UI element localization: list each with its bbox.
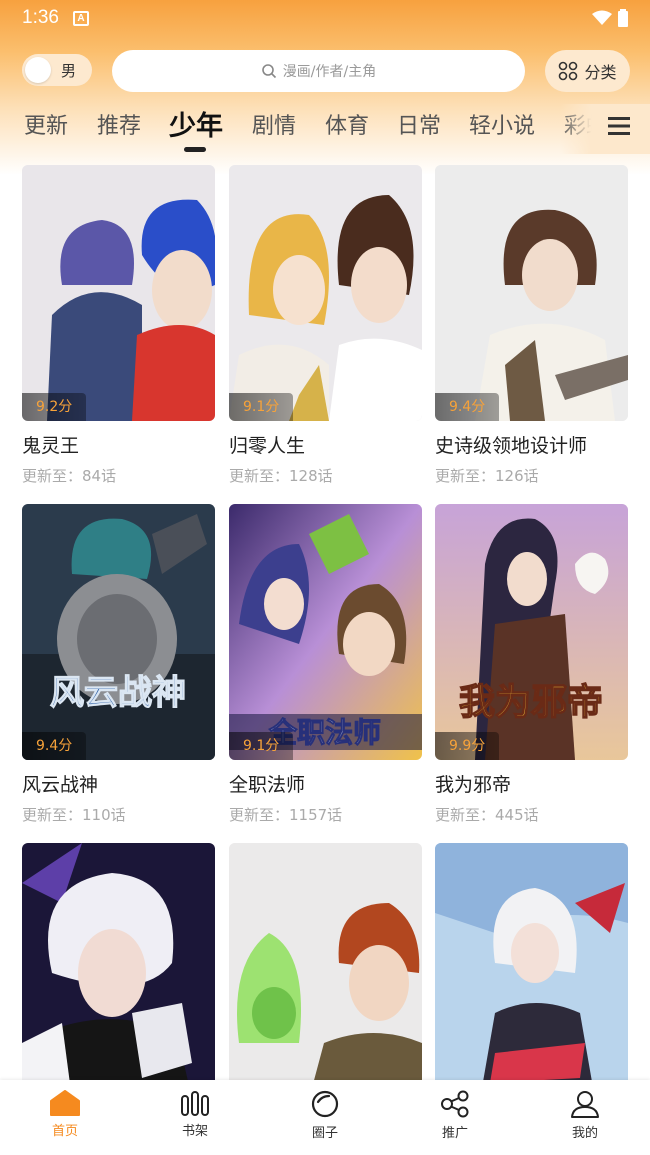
bookshelf-icon <box>181 1091 209 1116</box>
score-badge: 9.1分 <box>229 393 294 421</box>
tab-daily[interactable]: 日常 <box>397 108 441 140</box>
notification-icon: A <box>72 10 89 26</box>
tab-update[interactable]: 更新 <box>24 108 68 140</box>
comic-card[interactable]: 全职法师 9.1分 全职法师 更新至：1157话 <box>229 504 422 825</box>
category-label: 分类 <box>584 63 617 82</box>
comic-card[interactable] <box>22 843 215 1099</box>
status-time: 1:36 <box>22 7 59 28</box>
category-tabs: 更新 推荐 少年 剧情 体育 日常 轻小说 彩虹 <box>0 104 650 154</box>
comic-cover: 全职法师 9.1分 <box>229 504 422 760</box>
score-badge: 9.9分 <box>435 732 500 760</box>
score-badge: 9.4分 <box>22 732 87 760</box>
home-icon <box>50 1090 80 1116</box>
search-input[interactable]: 漫画/作者/主角 <box>112 50 525 92</box>
comic-cover: 9.1分 <box>229 165 422 421</box>
comic-cover: 我为邪帝 9.9分 <box>435 504 628 760</box>
score-badge: 9.4分 <box>435 393 500 421</box>
menu-icon[interactable] <box>608 116 630 136</box>
cover-logo: 风云战神 <box>50 673 186 713</box>
comic-card[interactable]: 9.1分 归零人生 更新至：128话 <box>229 165 422 486</box>
nav-circle[interactable]: 圈子 <box>260 1080 390 1155</box>
tab-sports[interactable]: 体育 <box>325 108 369 140</box>
comic-card[interactable]: 9.2分 鬼灵王 更新至：84话 <box>22 165 215 486</box>
nav-label: 首页 <box>51 1124 78 1139</box>
tab-fade <box>560 104 650 154</box>
comic-card[interactable]: 我为邪帝 9.9分 我为邪帝 更新至：445话 <box>435 504 628 825</box>
comic-title: 我为邪帝 <box>435 774 512 796</box>
comic-update: 更新至：126话 <box>435 467 539 485</box>
comic-cover <box>435 843 628 1099</box>
nav-label: 推广 <box>441 1126 468 1141</box>
wifi-icon <box>592 10 612 25</box>
toggle-knob <box>25 57 51 83</box>
comic-cover: 9.4分 <box>435 165 628 421</box>
nav-label: 我的 <box>571 1126 598 1141</box>
comic-cover: 9.2分 <box>22 165 215 421</box>
comic-cover <box>229 843 422 1099</box>
comic-title: 鬼灵王 <box>22 435 80 457</box>
gender-toggle[interactable]: 男 <box>22 54 92 86</box>
active-tab-indicator <box>184 147 206 152</box>
battery-icon <box>618 9 628 27</box>
comic-cover: 风云战神 9.4分 <box>22 504 215 760</box>
category-grid-icon <box>559 61 578 81</box>
tab-light-novel[interactable]: 轻小说 <box>469 108 535 140</box>
profile-icon <box>571 1091 599 1118</box>
comic-title: 全职法师 <box>229 774 306 796</box>
category-button[interactable]: 分类 <box>545 50 630 92</box>
circle-icon <box>311 1090 339 1118</box>
comic-card[interactable]: 9.4分 史诗级领地设计师 更新至：126话 <box>435 165 628 486</box>
nav-promote[interactable]: 推广 <box>390 1080 520 1155</box>
tab-shonen[interactable]: 少年 <box>169 104 223 143</box>
comic-cover <box>22 843 215 1099</box>
comic-card[interactable] <box>435 843 628 1099</box>
comic-update: 更新至：110话 <box>22 806 126 824</box>
search-placeholder: 漫画/作者/主角 <box>282 64 377 80</box>
comic-title: 史诗级领地设计师 <box>435 435 588 457</box>
cover-logo: 我为邪帝 <box>459 681 603 723</box>
comic-update: 更新至：445话 <box>435 806 539 824</box>
comic-card[interactable] <box>229 843 422 1099</box>
comic-update: 更新至：84话 <box>22 467 117 485</box>
bottom-navigation: 首页 书架 圈子 推广 我的 <box>0 1080 650 1155</box>
search-icon <box>261 64 276 79</box>
share-icon <box>441 1090 469 1118</box>
nav-bookshelf[interactable]: 书架 <box>130 1080 260 1155</box>
nav-home[interactable]: 首页 <box>0 1080 130 1155</box>
comic-update: 更新至：128话 <box>229 467 333 485</box>
gender-label: 男 <box>61 61 77 80</box>
nav-label: 圈子 <box>311 1126 338 1141</box>
score-badge: 9.2分 <box>22 393 87 421</box>
nav-label: 书架 <box>181 1124 208 1139</box>
nav-profile[interactable]: 我的 <box>520 1080 650 1155</box>
score-badge: 9.1分 <box>229 732 294 760</box>
tab-drama[interactable]: 剧情 <box>252 108 296 140</box>
comic-title: 归零人生 <box>229 435 306 457</box>
status-bar: 1:36 A <box>0 0 650 36</box>
comic-card[interactable]: 风云战神 9.4分 风云战神 更新至：110话 <box>22 504 215 825</box>
comic-update: 更新至：1157话 <box>229 806 343 824</box>
tab-recommend[interactable]: 推荐 <box>97 108 141 140</box>
comic-title: 风云战神 <box>22 774 99 796</box>
